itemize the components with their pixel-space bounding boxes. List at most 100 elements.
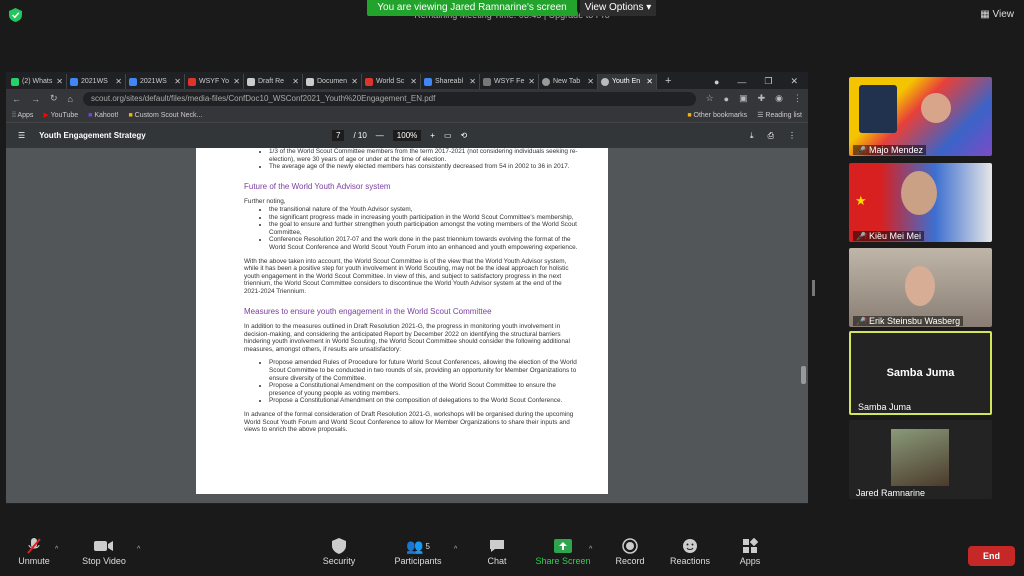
list-item: Conference Resolution 2017-07 and the wo…	[269, 236, 578, 251]
minimize-icon[interactable]: —	[737, 77, 746, 87]
share-screen-button[interactable]: Share Screen	[531, 536, 595, 566]
close-tab-icon[interactable]: ✕	[528, 77, 535, 86]
reading-list[interactable]: ☰ Reading list	[757, 111, 802, 119]
back-icon[interactable]: ←	[12, 94, 21, 104]
participant-tile[interactable]: 🎤̸ Majo Mendez	[849, 77, 992, 156]
participant-name: Majo Mendez	[868, 145, 923, 155]
browser-tab[interactable]: WSYF Fe ✕	[480, 74, 539, 89]
avatar[interactable]: ◉	[775, 93, 783, 104]
browser-tab[interactable]: 2021WS ✕	[126, 74, 185, 89]
close-tab-icon[interactable]: ✕	[233, 77, 240, 86]
star-icon[interactable]: ☆	[706, 93, 714, 104]
browser-tab[interactable]: 2021WS ✕	[67, 74, 126, 89]
extension-icon[interactable]: ●	[724, 94, 729, 104]
rotate-icon[interactable]: ⟲	[461, 131, 468, 140]
participant-tile-active-speaker[interactable]: Samba Juma Samba Juma	[849, 331, 992, 415]
stop-video-label: Stop Video	[82, 556, 126, 566]
close-tab-icon[interactable]: ✕	[56, 77, 63, 86]
browser-tab[interactable]: New Tab ✕	[539, 74, 598, 89]
pdf-menu-icon[interactable]: ☰	[18, 131, 25, 140]
browser-tab[interactable]: Shareabl ✕	[421, 74, 480, 89]
pdf-scrollbar[interactable]	[801, 366, 806, 384]
zoom-in-icon[interactable]: +	[430, 131, 435, 140]
reactions-button[interactable]: Reactions	[658, 536, 722, 566]
maximize-icon[interactable]: ❐	[764, 76, 772, 87]
security-button[interactable]: Security	[307, 536, 371, 566]
fit-page-icon[interactable]: ▭	[444, 131, 452, 140]
participant-tile[interactable]: ★ 🎤̸ Kiều Mei Mei	[849, 163, 992, 242]
tab-label: Shareabl	[435, 78, 464, 85]
more-icon[interactable]: ⋮	[788, 131, 796, 141]
browser-tab[interactable]: Draft Re ✕	[244, 74, 303, 89]
chevron-up-icon[interactable]: ^	[55, 546, 58, 553]
muted-mic-icon	[27, 538, 41, 554]
extension-icon[interactable]: ▣	[739, 93, 748, 104]
record-button[interactable]: Record	[598, 536, 662, 566]
security-label: Security	[322, 556, 356, 566]
participants-count: 5	[425, 541, 430, 551]
new-tab-icon[interactable]: +	[657, 74, 679, 89]
participant-tile[interactable]: Jared Ramnarine	[849, 420, 992, 499]
url-field[interactable]: scout.org/sites/default/files/media-file…	[82, 91, 696, 106]
close-tab-icon[interactable]: ✕	[469, 77, 476, 86]
tab-label: 2021WS	[81, 78, 108, 85]
menu-icon[interactable]: ⋮	[793, 93, 802, 104]
close-tab-icon[interactable]: ✕	[351, 77, 358, 86]
world-scout-icon	[365, 77, 373, 86]
page-number-input[interactable]: 7	[332, 130, 345, 141]
list-item: 1/3 of the World Scout Committee members…	[269, 148, 578, 163]
home-icon[interactable]: ⌂	[68, 94, 73, 104]
tab-label: Documen	[317, 78, 347, 85]
bookmark-kahoot[interactable]: ■ Kahoot!	[88, 112, 118, 119]
end-meeting-button[interactable]: End	[968, 546, 1015, 566]
paragraph: In advance of the formal consideration o…	[244, 411, 574, 434]
close-window-icon[interactable]: ✕	[790, 76, 798, 87]
bookmark-custom[interactable]: ■ Custom Scout Neck...	[128, 112, 202, 119]
apps-button[interactable]: Apps	[718, 536, 782, 566]
other-bookmarks[interactable]: ■ Other bookmarks	[687, 112, 747, 119]
view-button[interactable]: ▦ View	[980, 9, 1014, 20]
browser-tab[interactable]: World Sc ✕	[362, 74, 421, 89]
chat-button[interactable]: Chat	[465, 536, 529, 566]
participants-button[interactable]: 👥 5 Participants	[386, 536, 450, 567]
chevron-up-icon[interactable]: ^	[454, 546, 457, 553]
zoom-out-icon[interactable]: —	[376, 131, 384, 140]
chevron-up-icon[interactable]: ^	[137, 546, 140, 553]
browser-tab-active[interactable]: Youth En ✕	[598, 74, 657, 89]
browser-tab[interactable]: WSYF Yo ✕	[185, 74, 244, 89]
bookmark-apps[interactable]: ⁞⁞ Apps	[12, 112, 33, 119]
bookmark-youtube[interactable]: ▶ YouTube	[43, 111, 78, 119]
forward-icon[interactable]: →	[31, 94, 40, 104]
chevron-up-icon[interactable]: ^	[589, 546, 592, 553]
participant-name: Kiều Mei Mei	[868, 231, 921, 241]
close-tab-icon[interactable]: ✕	[174, 77, 181, 86]
participant-tile[interactable]: 🎤̸ Erik Steinsbu Wasberg	[849, 248, 992, 327]
close-tab-icon[interactable]: ✕	[292, 77, 299, 86]
browser-tab-strip: (2) Whats ✕ 2021WS ✕ 2021WS ✕ WSYF Yo ✕ Draf…	[6, 72, 808, 89]
close-tab-icon[interactable]: ✕	[115, 77, 122, 86]
download-icon[interactable]: ⤓	[750, 131, 754, 141]
reload-icon[interactable]: ↻	[50, 93, 58, 104]
browser-tab[interactable]: Documen ✕	[303, 74, 362, 89]
close-tab-icon[interactable]: ✕	[587, 77, 594, 86]
pdf-viewer[interactable]: 1/3 of the World Scout Committee members…	[6, 148, 808, 503]
print-icon[interactable]: ⎙	[768, 131, 774, 141]
participant-name-tag: 🎤̸ Erik Steinsbu Wasberg	[853, 316, 964, 326]
browser-tab[interactable]: (2) Whats ✕	[8, 74, 67, 89]
puzzle-icon[interactable]: ✚	[758, 93, 766, 104]
view-options-button[interactable]: View Options ▾	[580, 0, 656, 16]
chat-label: Chat	[487, 556, 507, 566]
splitter-handle[interactable]	[812, 280, 815, 296]
tab-label: (2) Whats	[22, 78, 53, 85]
docs-icon	[424, 77, 432, 86]
logo-icon	[859, 85, 897, 133]
bullet-list: the transitional nature of the Youth Adv…	[244, 206, 578, 252]
docs-icon	[129, 77, 137, 86]
participant-name-tag: 🎤̸ Kiều Mei Mei	[853, 231, 924, 241]
close-tab-icon[interactable]: ✕	[410, 77, 417, 86]
tab-label: 2021WS	[140, 78, 167, 85]
stop-video-button[interactable]: Stop Video	[72, 536, 136, 566]
zoom-input[interactable]: 100%	[392, 130, 422, 141]
close-tab-icon[interactable]: ✕	[646, 77, 653, 86]
bullet-list: Propose amended Rules of Procedure for f…	[244, 359, 578, 405]
